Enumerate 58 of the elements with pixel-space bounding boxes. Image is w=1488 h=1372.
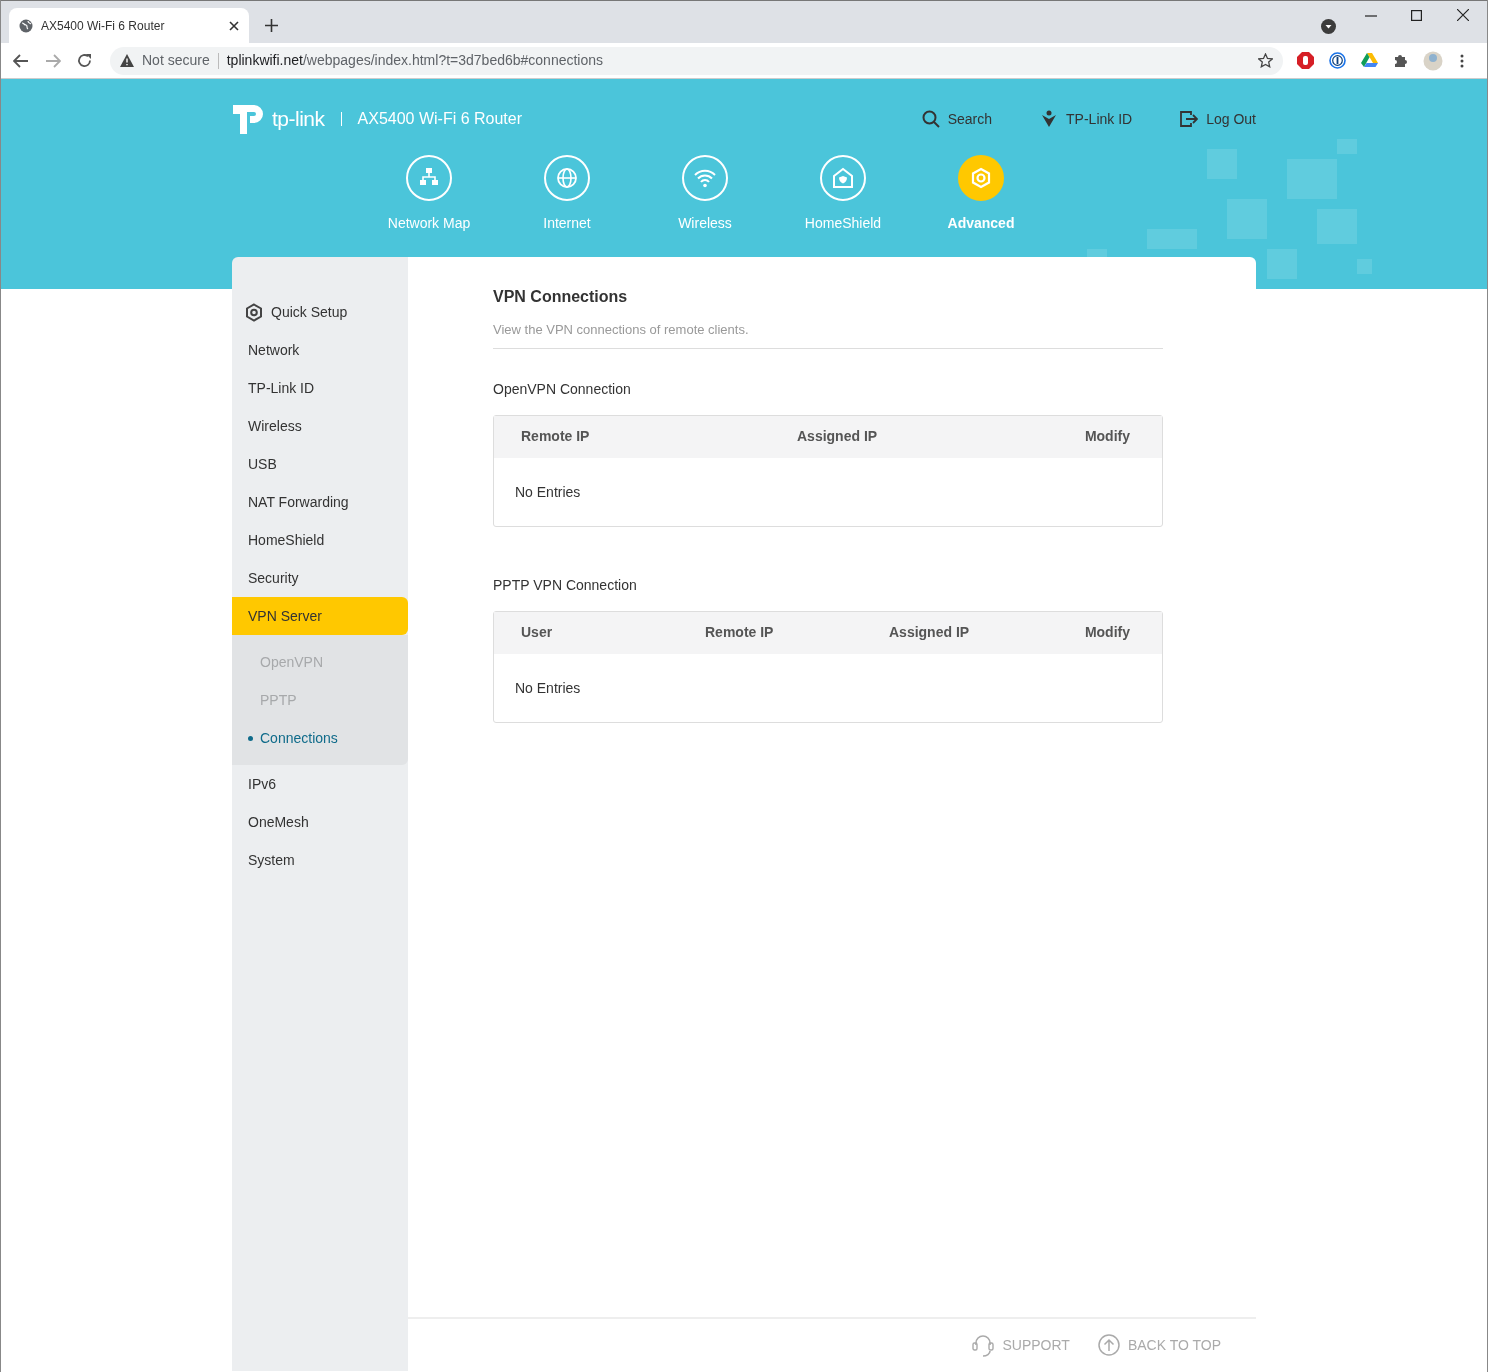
column-header: Remote IP — [521, 427, 591, 447]
section-title: PPTP VPN Connection — [493, 575, 638, 595]
empty-message: No Entries — [514, 678, 582, 698]
sidebar-item[interactable]: USB — [232, 445, 408, 483]
headset-icon — [972, 1333, 995, 1357]
sidebar-item[interactable]: HomeShield — [232, 521, 408, 559]
close-icon[interactable] — [229, 21, 239, 31]
header-link[interactable]: Search — [921, 108, 993, 130]
security-label[interactable]: Not secure — [142, 50, 210, 71]
column-header: Assigned IP — [889, 623, 971, 643]
star-icon[interactable] — [1258, 53, 1273, 68]
column-header: Assigned IP — [797, 427, 879, 447]
back-icon[interactable] — [13, 53, 29, 68]
plus-icon[interactable] — [265, 19, 278, 32]
logout-icon — [1180, 110, 1199, 128]
sidebar-item[interactable]: System — [232, 841, 408, 879]
column-header: Remote IP — [705, 623, 775, 643]
search-icon — [921, 110, 940, 128]
gear-icon — [245, 302, 263, 322]
sidebar-item[interactable]: NAT Forwarding — [232, 483, 408, 521]
sidebar-item[interactable]: VPN Server — [232, 597, 408, 635]
browser-tab[interactable]: AX5400 Wi-Fi 6 Router — [9, 8, 249, 44]
drive-icon[interactable] — [1361, 53, 1378, 68]
column-header: Modify — [1083, 623, 1130, 643]
sidebar-item[interactable]: Security — [232, 559, 408, 597]
person-icon — [1040, 110, 1059, 128]
model-name: AX5400 Wi-Fi 6 Router — [357, 109, 523, 129]
column-header: User — [521, 623, 554, 643]
close-icon[interactable] — [1457, 9, 1469, 21]
tab-title: AX5400 Wi-Fi 6 Router — [41, 18, 165, 35]
stop-sign-icon[interactable] — [1297, 52, 1314, 69]
submenu-item[interactable]: Connections — [232, 719, 408, 757]
menu-icon[interactable] — [1460, 53, 1464, 68]
url-text[interactable]: tplinkwifi.net/webpages/index.html?t=3d7bed6b#connections — [226, 50, 604, 71]
dropdown-icon[interactable] — [1321, 19, 1336, 34]
sidebar-item[interactable]: Wireless — [232, 407, 408, 445]
password-icon[interactable] — [1329, 52, 1346, 69]
puzzle-icon[interactable] — [1393, 53, 1408, 68]
warning-icon[interactable] — [120, 54, 134, 67]
reload-icon[interactable] — [77, 53, 92, 68]
sidebar-item[interactable]: IPv6 — [232, 765, 408, 803]
header-link[interactable]: Log Out — [1180, 108, 1256, 130]
section-title: OpenVPN Connection — [493, 379, 632, 399]
sidebar-item[interactable]: Network — [232, 331, 408, 369]
sidebar-item[interactable]: TP-Link ID — [232, 369, 408, 407]
house-shield-icon — [831, 166, 855, 190]
sidebar-item[interactable]: Quick Setup — [232, 293, 408, 331]
empty-message: No Entries — [514, 482, 582, 502]
sidebar-item[interactable]: OneMesh — [232, 803, 408, 841]
globe-icon — [19, 19, 33, 33]
header-link[interactable]: TP-Link ID — [1040, 108, 1133, 130]
page-description: View the VPN connections of remote clients. — [493, 306, 1163, 349]
column-header: Modify — [1083, 427, 1130, 447]
globe-icon — [555, 166, 579, 190]
gear-icon — [969, 166, 993, 190]
page-title: VPN Connections — [493, 287, 629, 307]
brand-name: tp-link — [272, 106, 325, 133]
maximize-icon[interactable] — [1411, 10, 1422, 21]
